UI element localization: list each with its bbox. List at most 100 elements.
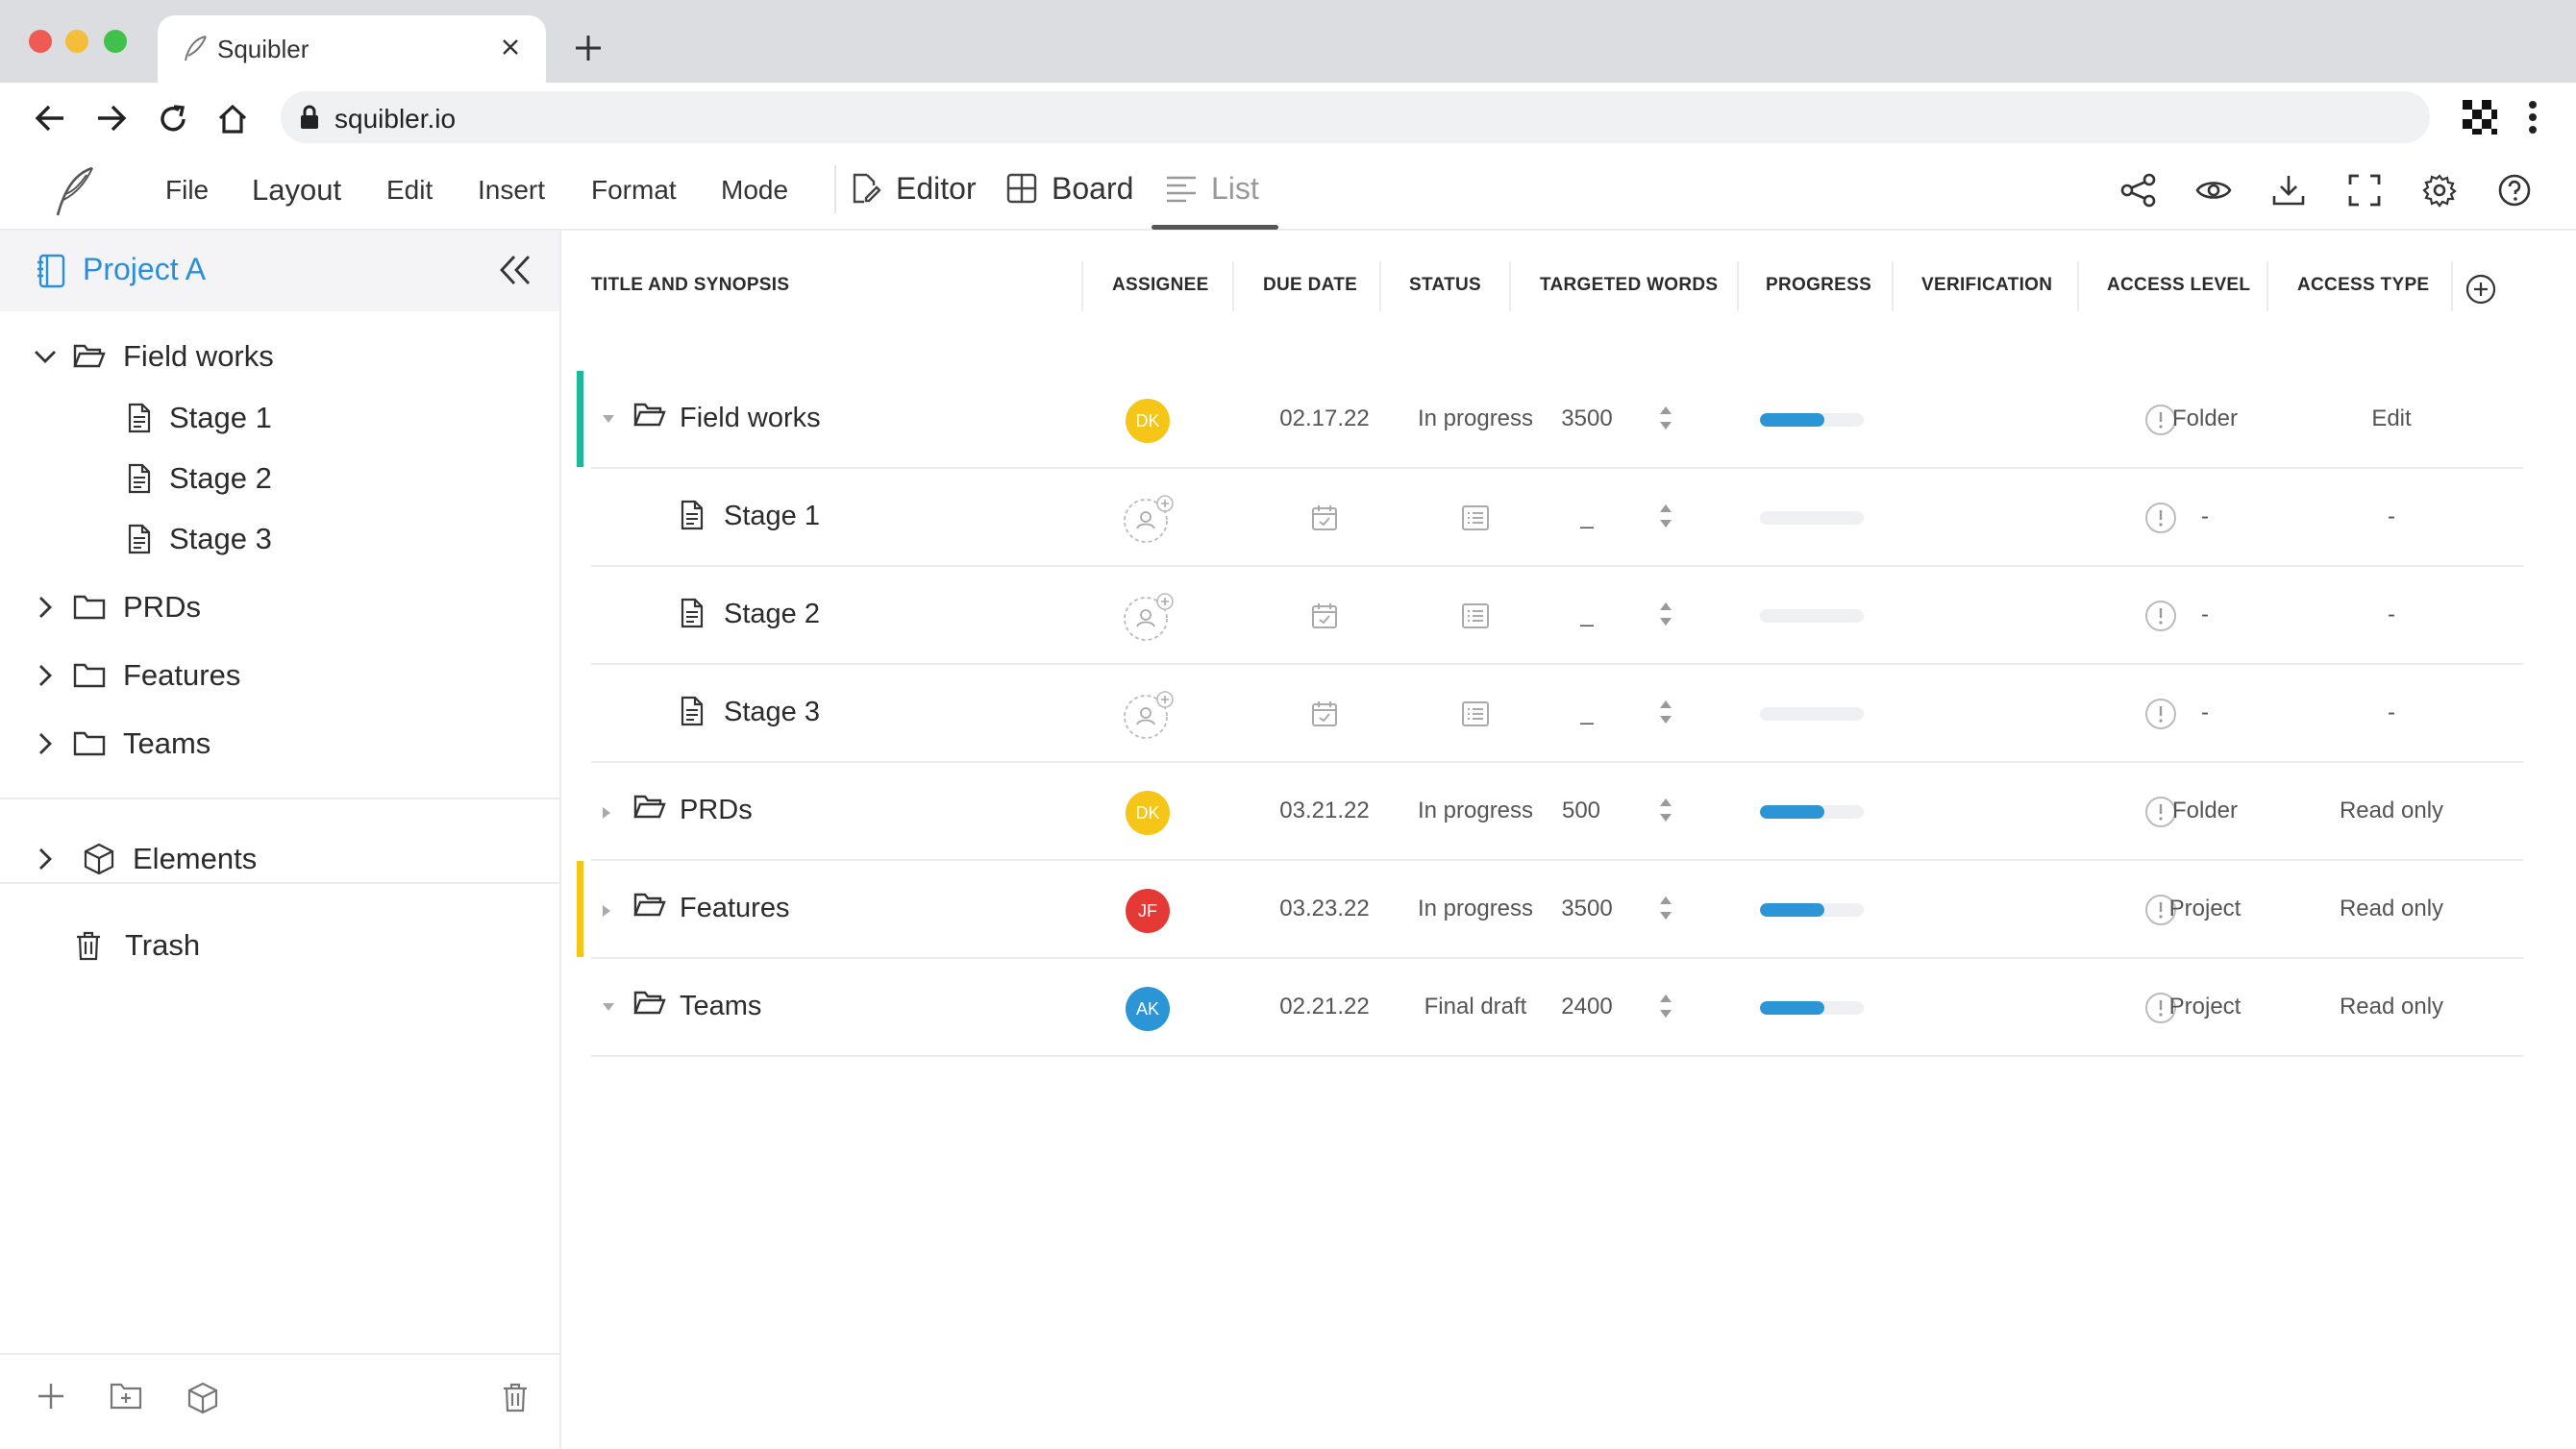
add-folder-icon[interactable] (110, 1382, 142, 1411)
add-assignee-icon[interactable] (1123, 592, 1175, 644)
targeted-words[interactable]: 2400 (1561, 994, 1612, 1020)
targeted-words[interactable]: 500 (1562, 798, 1600, 824)
column-header-targeted-words[interactable]: TARGETED WORDS (1540, 275, 1718, 296)
verification-alert-icon[interactable] (2144, 698, 2177, 730)
table-row[interactable]: PRDs DK 03.21.22 In progress 500 Folder … (591, 763, 2523, 861)
targeted-words[interactable]: 3500 (1561, 405, 1612, 432)
status-list-icon[interactable] (1461, 700, 1490, 728)
avatar[interactable]: JF (1126, 889, 1170, 933)
browser-tab[interactable]: Squibler (158, 15, 546, 83)
caret-right-icon[interactable] (601, 805, 612, 821)
table-row[interactable]: Teams AK 02.21.22 Final draft 2400 Proje… (591, 959, 2523, 1057)
table-row[interactable]: Features JF 03.23.22 In progress 3500 Pr… (577, 861, 2523, 959)
settings-gear-icon[interactable] (2422, 173, 2457, 208)
view-board-button[interactable]: Board (1005, 169, 1133, 208)
caret-right-icon[interactable] (601, 903, 612, 919)
status[interactable]: In progress (1418, 798, 1533, 824)
add-assignee-icon[interactable] (1123, 690, 1175, 742)
table-row[interactable]: Stage 2 _ - - (591, 567, 2523, 665)
status[interactable]: In progress (1418, 405, 1533, 432)
tree-item-stage-2[interactable]: Stage 2 (127, 454, 272, 503)
row-title[interactable]: Stage 2 (724, 599, 820, 630)
close-window-button[interactable] (29, 30, 52, 53)
access-type[interactable]: - (2388, 700, 2395, 726)
column-header-progress[interactable]: PROGRESS (1766, 275, 1871, 296)
avatar[interactable]: DK (1126, 399, 1170, 443)
avatar[interactable]: AK (1126, 987, 1170, 1031)
view-editor-button[interactable]: Editor (850, 169, 977, 208)
access-type[interactable]: - (2388, 602, 2395, 628)
targeted-words[interactable]: _ (1580, 602, 1593, 628)
due-date[interactable]: 02.21.22 (1279, 994, 1369, 1020)
help-icon[interactable] (2497, 173, 2532, 208)
tree-item-teams[interactable]: Teams (33, 720, 211, 768)
chevron-down-icon[interactable] (33, 344, 58, 369)
column-header-status[interactable]: STATUS (1409, 275, 1481, 296)
stepper-icon[interactable] (1658, 600, 1673, 628)
chevron-right-icon[interactable] (33, 847, 58, 872)
chevron-right-icon[interactable] (33, 663, 58, 688)
menu-format[interactable]: Format (591, 175, 677, 206)
stepper-icon[interactable] (1658, 404, 1673, 432)
add-icon[interactable] (37, 1382, 65, 1411)
menu-file[interactable]: File (165, 175, 209, 206)
tree-item-elements[interactable]: Elements (33, 835, 257, 883)
url-bar[interactable]: squibler.io (281, 91, 2430, 143)
fullscreen-icon[interactable] (2347, 173, 2382, 208)
access-type[interactable]: Read only (2340, 994, 2443, 1020)
calendar-icon[interactable] (1310, 503, 1339, 532)
column-header-due-date[interactable]: DUE DATE (1263, 275, 1357, 296)
download-icon[interactable] (2270, 173, 2307, 208)
column-header-title[interactable]: TITLE AND SYNOPSIS (591, 275, 789, 296)
add-column-icon[interactable] (2465, 273, 2497, 306)
tree-item-features[interactable]: Features (33, 651, 240, 700)
minimize-window-button[interactable] (65, 30, 88, 53)
collapse-sidebar-icon[interactable] (498, 254, 533, 286)
tree-item-prds[interactable]: PRDs (33, 583, 201, 631)
verification-alert-icon[interactable] (2144, 502, 2177, 534)
stepper-icon[interactable] (1658, 992, 1673, 1020)
tree-item-field-works[interactable]: Field works (33, 332, 274, 381)
add-element-cube-icon[interactable] (186, 1382, 219, 1414)
caret-down-icon[interactable] (601, 413, 616, 425)
status[interactable]: Final draft (1424, 994, 1527, 1020)
caret-down-icon[interactable] (601, 1001, 616, 1013)
tree-item-stage-3[interactable]: Stage 3 (127, 515, 272, 563)
new-tab-icon[interactable] (573, 33, 604, 63)
access-type[interactable]: Read only (2340, 896, 2443, 922)
preview-eye-icon[interactable] (2195, 173, 2232, 208)
reload-icon[interactable] (158, 104, 188, 135)
menu-layout[interactable]: Layout (252, 173, 341, 208)
forward-arrow-icon[interactable] (96, 104, 127, 133)
targeted-words[interactable]: _ (1580, 700, 1593, 726)
row-title[interactable]: Stage 3 (724, 697, 820, 728)
row-title[interactable]: Teams (680, 991, 761, 1022)
access-type[interactable]: - (2388, 503, 2395, 530)
column-header-verification[interactable]: VERIFICATION (1921, 275, 2052, 296)
stepper-icon[interactable] (1658, 796, 1673, 824)
targeted-words[interactable]: 3500 (1561, 896, 1612, 922)
zoom-window-button[interactable] (104, 30, 127, 53)
access-type[interactable]: Read only (2340, 798, 2443, 824)
column-header-access-type[interactable]: ACCESS TYPE (2297, 275, 2429, 296)
due-date[interactable]: 03.23.22 (1279, 896, 1369, 922)
access-type[interactable]: Edit (2371, 405, 2411, 432)
status-list-icon[interactable] (1461, 503, 1490, 532)
calendar-icon[interactable] (1310, 602, 1339, 630)
status[interactable]: In progress (1418, 896, 1533, 922)
menu-insert[interactable]: Insert (478, 175, 545, 206)
avatar[interactable]: DK (1126, 791, 1170, 835)
extension-icon[interactable] (2459, 96, 2501, 138)
chevron-right-icon[interactable] (33, 595, 58, 620)
chevron-right-icon[interactable] (33, 731, 58, 756)
calendar-icon[interactable] (1310, 700, 1339, 728)
stepper-icon[interactable] (1658, 502, 1673, 530)
tree-item-trash[interactable]: Trash (75, 921, 200, 970)
table-row[interactable]: Stage 3 _ - - (591, 665, 2523, 763)
share-icon[interactable] (2120, 173, 2157, 208)
status-list-icon[interactable] (1461, 602, 1490, 630)
due-date[interactable]: 03.21.22 (1279, 798, 1369, 824)
tree-item-stage-1[interactable]: Stage 1 (127, 394, 272, 442)
back-arrow-icon[interactable] (35, 104, 65, 133)
targeted-words[interactable]: _ (1580, 503, 1593, 530)
